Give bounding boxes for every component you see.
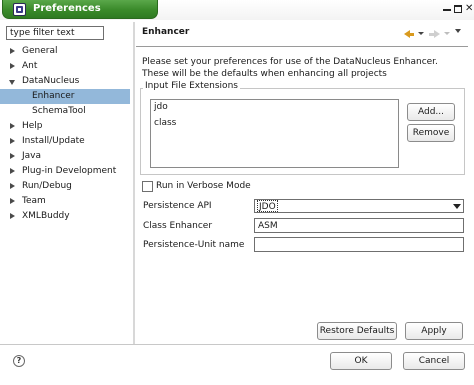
page-description: Please set your preferences for use of t… [142, 56, 464, 80]
tree-item-help[interactable]: Help [0, 119, 130, 134]
tree-item-label: General [22, 46, 58, 56]
extensions-list[interactable]: jdo class [150, 99, 399, 168]
class-enhancer-label: Class Enhancer [143, 221, 213, 231]
back-arrow-icon [404, 30, 414, 38]
back-button[interactable] [404, 28, 428, 40]
extensions-group-label: Input File Extensions [143, 81, 240, 91]
tree-item-ant[interactable]: Ant [0, 59, 130, 74]
tree-item-xmlbuddy[interactable]: XMLBuddy [0, 209, 130, 224]
window-titlebar[interactable]: Preferences ✕ [0, 0, 474, 20]
tree-item-schematool[interactable]: SchemaTool [0, 104, 130, 119]
pane-splitter[interactable] [133, 22, 135, 344]
cancel-button[interactable]: Cancel [403, 352, 465, 370]
expand-triangle-icon[interactable] [10, 123, 15, 129]
tree-item-label: Ant [22, 61, 38, 71]
tree-item-java[interactable]: Java [0, 149, 130, 164]
description-line-1: Please set your preferences for use of t… [142, 57, 438, 67]
persistence-api-value: JDO [257, 200, 278, 212]
tree-item-label: Enhancer [32, 91, 75, 101]
tree-item-enhancer[interactable]: Enhancer [0, 89, 130, 104]
page-title: Enhancer [142, 27, 190, 37]
ok-button[interactable]: OK [330, 352, 392, 370]
tree-item-label: Help [22, 121, 43, 131]
forward-button[interactable] [429, 28, 454, 40]
collapse-triangle-icon[interactable] [9, 80, 15, 85]
maximize-button[interactable] [454, 5, 462, 13]
expand-triangle-icon[interactable] [10, 138, 15, 144]
expand-triangle-icon[interactable] [10, 153, 15, 159]
persistence-api-label: Persistence API [143, 201, 212, 211]
tree-item-general[interactable]: General [0, 44, 130, 59]
window-title: Preferences [33, 3, 101, 14]
tree-item-label: SchemaTool [32, 106, 86, 116]
dropdown-arrow-icon[interactable] [452, 201, 462, 211]
chevron-down-icon [444, 32, 450, 35]
restore-defaults-button[interactable]: Restore Defaults [317, 322, 397, 340]
filter-input[interactable] [6, 26, 104, 40]
tree-item-label: Install/Update [22, 136, 85, 146]
tree-item-label: DataNucleus [22, 76, 80, 86]
footer-separator [0, 344, 474, 345]
forward-arrow-icon [429, 30, 440, 38]
expand-triangle-icon[interactable] [10, 48, 15, 54]
verbose-label[interactable]: Run in Verbose Mode [156, 181, 251, 191]
list-item[interactable]: class [154, 118, 176, 128]
expand-triangle-icon[interactable] [10, 198, 15, 204]
remove-button[interactable]: Remove [407, 124, 455, 142]
tree-item-label: Java [22, 151, 42, 161]
class-enhancer-field[interactable] [254, 218, 464, 233]
list-item[interactable]: jdo [154, 102, 168, 112]
tree-item-plugin-development[interactable]: Plug-in Development [0, 164, 130, 179]
persistence-unit-field[interactable] [254, 237, 464, 252]
persistence-api-select[interactable]: JDO [254, 199, 464, 213]
tree-item-label: XMLBuddy [22, 211, 70, 221]
window-icon [13, 3, 26, 16]
expand-triangle-icon[interactable] [10, 213, 15, 219]
tree-item-label: Plug-in Development [22, 166, 117, 176]
window-title-tab[interactable]: Preferences [2, 0, 158, 19]
expand-triangle-icon[interactable] [10, 168, 15, 174]
tree-item-run-debug[interactable]: Run/Debug [0, 179, 130, 194]
minimize-button[interactable] [443, 5, 451, 11]
chevron-down-icon [418, 32, 424, 35]
expand-triangle-icon[interactable] [10, 183, 15, 189]
description-line-2: These will be the defaults when enhancin… [142, 69, 387, 79]
tree-item-label: Run/Debug [22, 181, 72, 191]
tree-item-team[interactable]: Team [0, 194, 130, 209]
close-button[interactable]: ✕ [465, 4, 473, 14]
tree-item-install-update[interactable]: Install/Update [0, 134, 130, 149]
tree-item-label: Team [22, 196, 46, 206]
title-separator [136, 46, 468, 47]
help-icon[interactable]: ? [13, 355, 25, 367]
view-menu-icon[interactable] [455, 29, 461, 33]
expand-triangle-icon[interactable] [10, 63, 15, 69]
apply-button[interactable]: Apply [405, 322, 463, 340]
verbose-checkbox[interactable] [142, 181, 153, 192]
add-button[interactable]: Add... [407, 103, 455, 121]
persistence-unit-label: Persistence-Unit name [143, 240, 245, 250]
tree-item-datanucleus[interactable]: DataNucleus [0, 74, 130, 89]
